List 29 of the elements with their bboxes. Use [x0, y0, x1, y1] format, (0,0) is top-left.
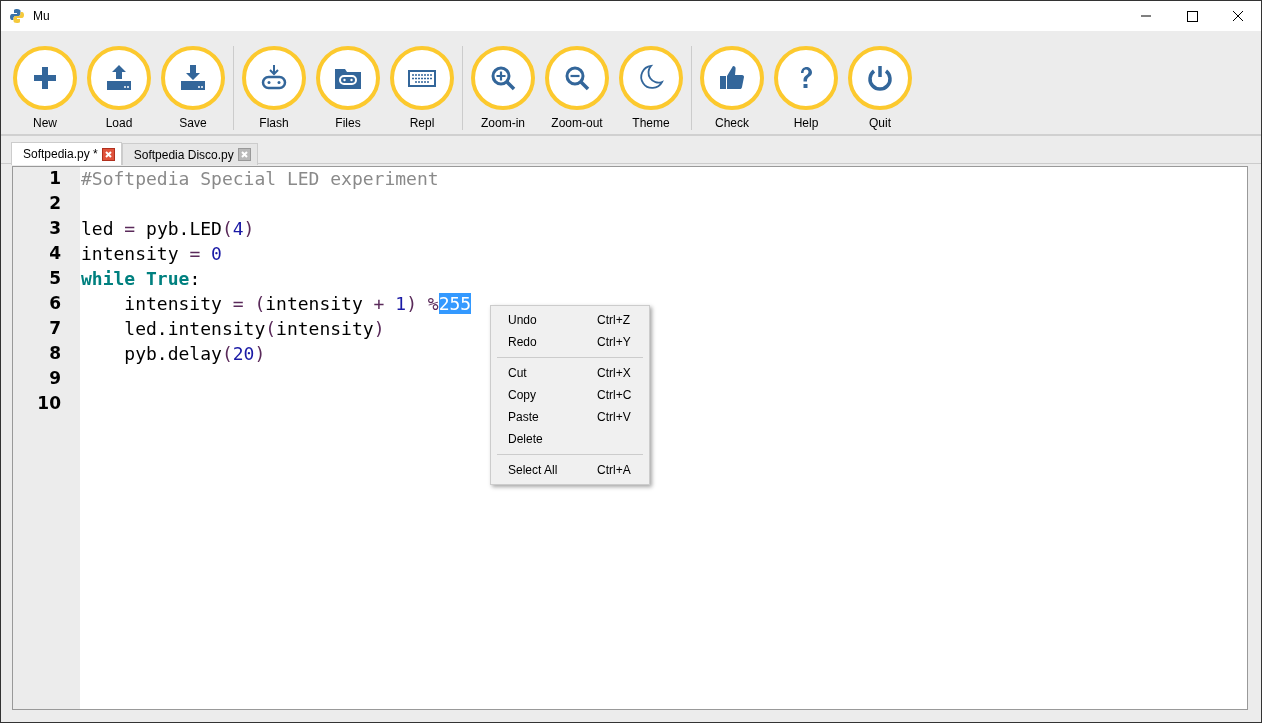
code-line: #Softpedia Special LED experiment [80, 168, 439, 191]
window-title: Mu [33, 9, 50, 23]
menu-item[interactable]: Paste Ctrl+V [491, 406, 649, 428]
line-number: 7 [49, 318, 61, 338]
menu-item[interactable]: Select All Ctrl+A [491, 459, 649, 481]
line-number: 8 [49, 343, 61, 363]
line-number: 3 [49, 218, 61, 238]
code-line: led = pyb.LED(4) [80, 218, 255, 241]
code-line: led.intensity(intensity) [123, 318, 385, 341]
file-tab[interactable]: Softpedia Disco.py [121, 143, 258, 165]
close-tab-icon[interactable] [237, 148, 251, 161]
menu-item[interactable]: Copy Ctrl+C [491, 384, 649, 406]
line-number: 4 [49, 243, 61, 263]
code-line: while True: [80, 268, 201, 291]
line-number: 10 [37, 393, 61, 413]
close-tab-icon[interactable] [101, 147, 115, 161]
line-number: 2 [49, 193, 61, 213]
line-number: 9 [49, 368, 61, 388]
line-number: 1 [49, 168, 61, 188]
menu-item[interactable]: Cut Ctrl+X [491, 362, 649, 384]
file-tab[interactable]: Softpedia.py * [11, 142, 122, 165]
python-logo-icon [9, 8, 25, 24]
menu-item[interactable]: Redo Ctrl+Y [491, 331, 649, 353]
menu-item[interactable]: Delete [491, 428, 649, 450]
menu-item[interactable]: Undo Ctrl+Z [491, 309, 649, 331]
code-line: pyb.delay(20) [123, 343, 266, 366]
line-number: 5 [49, 268, 61, 288]
line-number: 6 [49, 293, 61, 313]
code-line: intensity = 0 [80, 243, 222, 266]
